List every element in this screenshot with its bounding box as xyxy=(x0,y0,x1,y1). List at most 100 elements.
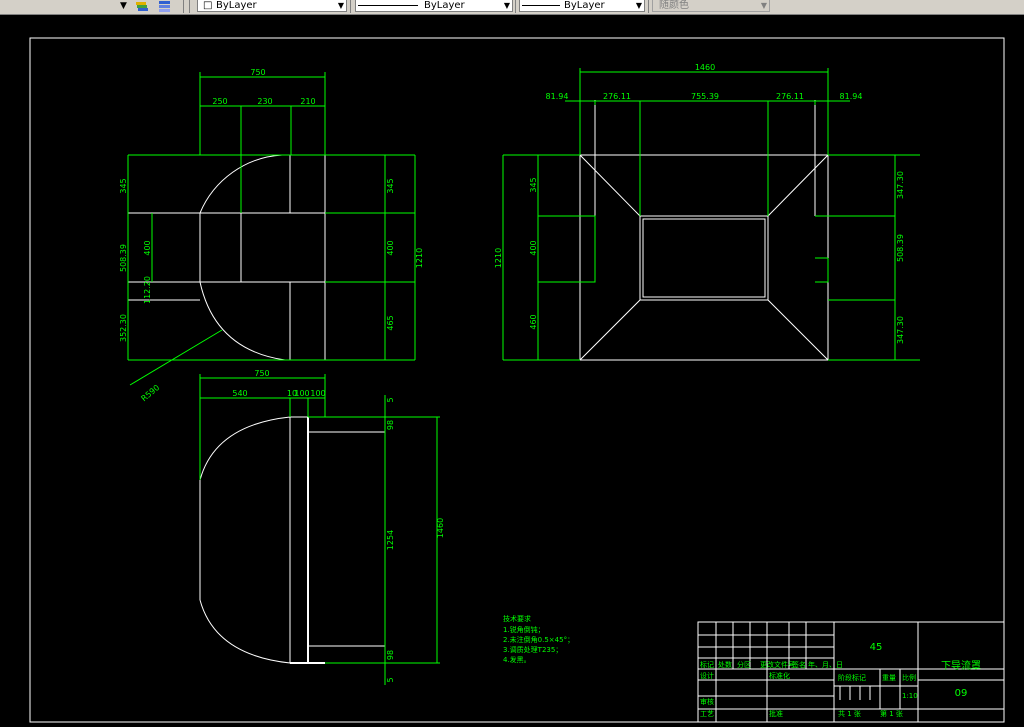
view2-line xyxy=(594,100,816,216)
review-label: 审核 xyxy=(700,697,714,706)
dim-label: 250 xyxy=(212,97,227,106)
layer-dropdown-arrow[interactable]: ▼ xyxy=(120,0,127,13)
tech-note-line: 3.调质处理T235； xyxy=(503,645,562,654)
toolbar-separator xyxy=(648,0,649,13)
tech-note-line: 4.发黑。 xyxy=(503,655,531,664)
plotstyle-combo-value: 随颜色 xyxy=(659,0,689,11)
view3-top-arc xyxy=(199,416,291,481)
view-2-top xyxy=(579,100,829,361)
header-cell: 分区 xyxy=(737,660,751,669)
linetype-sample xyxy=(358,5,418,6)
dim-label: 400 xyxy=(529,240,538,255)
view3-lines xyxy=(308,431,385,647)
header-cell: 更改文件号 xyxy=(760,660,795,669)
weight-label: 重量 xyxy=(882,674,896,682)
tech-note-line: 1.锐角倒钝； xyxy=(503,625,545,634)
dim-label: 508.39 xyxy=(119,244,128,272)
dim-label: 98 xyxy=(386,420,395,430)
scale-label: 比例 xyxy=(902,673,916,682)
dim-label: 112.20 xyxy=(143,276,152,304)
dim-label: R590 xyxy=(140,383,162,403)
dim-label: 345 xyxy=(386,178,395,193)
view-1-dimensions xyxy=(127,72,416,386)
standardize-label: 标准化 xyxy=(769,671,790,680)
layer-previous-icon[interactable] xyxy=(134,0,150,13)
view3-flange xyxy=(289,416,308,664)
view2-outline xyxy=(579,154,829,361)
dim-label: 508.39 xyxy=(896,234,905,262)
toolbar-separator xyxy=(515,0,516,13)
header-cell: 标记 xyxy=(700,660,714,669)
dim-label: 400 xyxy=(386,240,395,255)
view2-inner xyxy=(642,218,766,298)
toolbar-separator xyxy=(189,0,190,13)
chevron-down-icon: ▼ xyxy=(503,1,510,10)
lineweight-combo[interactable]: ByLayer ▼ xyxy=(519,0,645,12)
properties-toolbar: ▼ □ ByLayer ▼ ByLayer ▼ ByLayer ▼ 随颜色 ▼ xyxy=(0,0,1024,15)
sheets-total: 共 1 张 xyxy=(838,709,861,718)
dim-label: 276.11 xyxy=(776,92,804,101)
process-label: 工艺 xyxy=(700,710,714,718)
color-combo-value: ByLayer xyxy=(216,0,257,11)
tech-note-line: 2.未注倒角0.5×45°； xyxy=(503,635,574,644)
linetype-combo-value: ByLayer xyxy=(424,0,465,11)
view-1-dim-text: 750 250 230 210 345 400 465 1210 345 508… xyxy=(119,68,424,403)
dim-label: 5 xyxy=(386,677,395,682)
view1-lower-block xyxy=(240,213,326,361)
dim-label: 100 xyxy=(294,389,309,398)
dim-label: 345 xyxy=(119,178,128,193)
header-cell: 签名 xyxy=(792,660,806,669)
dim-label: 347.30 xyxy=(896,316,905,344)
tech-notes: 技术要求 1.锐角倒钝； 2.未注倒角0.5×45°； 3.调质处理T235； … xyxy=(503,614,574,664)
plotstyle-combo: 随颜色 ▼ xyxy=(652,0,770,12)
layer-stack-icon[interactable] xyxy=(157,0,173,13)
view2-diagonals xyxy=(579,154,829,361)
dim-label: 1254 xyxy=(386,530,395,550)
dim-label: 750 xyxy=(250,68,265,77)
view-1-front xyxy=(128,154,326,361)
dim-label: 1210 xyxy=(415,248,424,268)
view-3-dimensions xyxy=(199,374,440,685)
header-cell: 年、月、日 xyxy=(808,660,843,669)
chevron-down-icon: ▼ xyxy=(635,1,642,10)
dim-label: 81.94 xyxy=(840,92,863,101)
toolbar-separator xyxy=(350,0,351,13)
tech-notes-title: 技术要求 xyxy=(503,614,531,623)
designer-label: 设计 xyxy=(700,671,714,680)
dim-label: 1210 xyxy=(494,248,503,268)
chevron-down-icon: ▼ xyxy=(760,1,767,10)
lineweight-sample xyxy=(522,5,560,6)
title-block xyxy=(697,621,1005,723)
view1-top-block xyxy=(290,154,326,214)
dim-label: 352.30 xyxy=(119,314,128,342)
dim-label: 98 xyxy=(386,650,395,660)
toolbar-separator xyxy=(183,0,184,13)
dim-label: 540 xyxy=(232,389,247,398)
view-3-dim-text: 750 540 10 100 100 5 98 1254 1460 98 5 xyxy=(232,369,445,683)
dim-label: 81.94 xyxy=(546,92,569,101)
stage-label: 阶段标记 xyxy=(838,673,866,682)
color-combo[interactable]: □ ByLayer ▼ xyxy=(197,0,347,12)
dim-label: 465 xyxy=(386,315,395,330)
dim-label: 1460 xyxy=(695,63,715,72)
dim-label: 460 xyxy=(529,314,538,329)
dim-label: 750 xyxy=(254,369,269,378)
view-3-side xyxy=(199,416,385,664)
drawing-canvas[interactable]: 750 250 230 210 345 400 465 1210 345 508… xyxy=(0,14,1024,727)
dim-label: 1460 xyxy=(436,518,445,538)
dim-label: 230 xyxy=(257,97,272,106)
view-2-dimensions xyxy=(502,68,920,361)
dim-label: 347.30 xyxy=(896,171,905,199)
view-2-dim-text: 1460 81.94 276.11 755.39 276.11 81.94 34… xyxy=(494,63,905,344)
part-name: 下导流罩 xyxy=(941,659,981,672)
linetype-combo[interactable]: ByLayer ▼ xyxy=(355,0,513,12)
dim-label: 210 xyxy=(300,97,315,106)
view2-inner-outer xyxy=(639,215,769,301)
dim-label: 5 xyxy=(386,397,395,402)
dim-label: 100 xyxy=(310,389,325,398)
view3-bottom-arc xyxy=(199,599,291,664)
lineweight-combo-value: ByLayer xyxy=(564,0,605,11)
material-label: 45 xyxy=(870,642,883,653)
header-cell: 处数 xyxy=(718,660,732,669)
scale-value: 1:10 xyxy=(902,692,918,700)
